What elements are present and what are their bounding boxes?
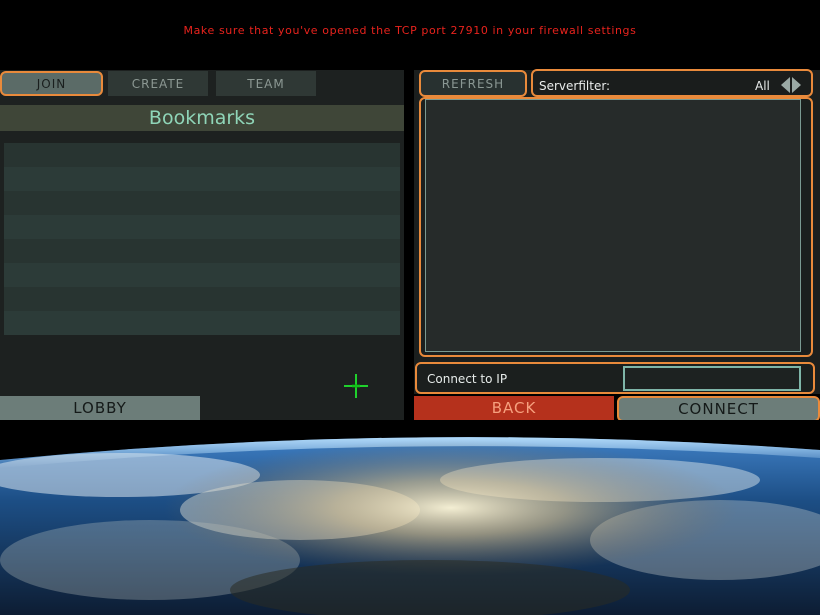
firewall-warning: Make sure that you've opened the TCP por…: [183, 24, 637, 37]
serverfilter-value: All: [755, 79, 770, 93]
bookmark-row[interactable]: [4, 287, 400, 311]
connect-button[interactable]: CONNECT: [617, 396, 820, 422]
bookmark-row[interactable]: [4, 215, 400, 239]
triangle-right-icon[interactable]: [792, 77, 801, 93]
bookmark-row[interactable]: [4, 167, 400, 191]
tab-team[interactable]: TEAM: [216, 71, 316, 96]
plus-icon[interactable]: [344, 374, 368, 398]
triangle-left-icon[interactable]: [781, 77, 790, 93]
serverfilter-label: Serverfilter:: [539, 79, 611, 93]
lobby-button[interactable]: LOBBY: [0, 396, 200, 420]
tab-create[interactable]: CREATE: [108, 71, 208, 96]
serverfilter[interactable]: Serverfilter: All: [531, 69, 813, 97]
bookmark-row[interactable]: [4, 191, 400, 215]
back-button[interactable]: BACK: [414, 396, 614, 420]
bookmarks-title: Bookmarks: [0, 105, 404, 131]
server-list[interactable]: [425, 99, 801, 352]
connect-to-ip-label: Connect to IP: [427, 372, 508, 386]
earth-background: [0, 420, 820, 615]
bookmark-row[interactable]: [4, 239, 400, 263]
ip-input[interactable]: [623, 366, 801, 391]
tab-join[interactable]: JOIN: [0, 71, 103, 96]
connect-to-ip-row: Connect to IP: [415, 362, 815, 394]
bookmark-row[interactable]: [4, 311, 400, 335]
bookmark-row[interactable]: [4, 263, 400, 287]
refresh-button[interactable]: REFRESH: [419, 70, 527, 97]
bookmark-row[interactable]: [4, 143, 400, 167]
